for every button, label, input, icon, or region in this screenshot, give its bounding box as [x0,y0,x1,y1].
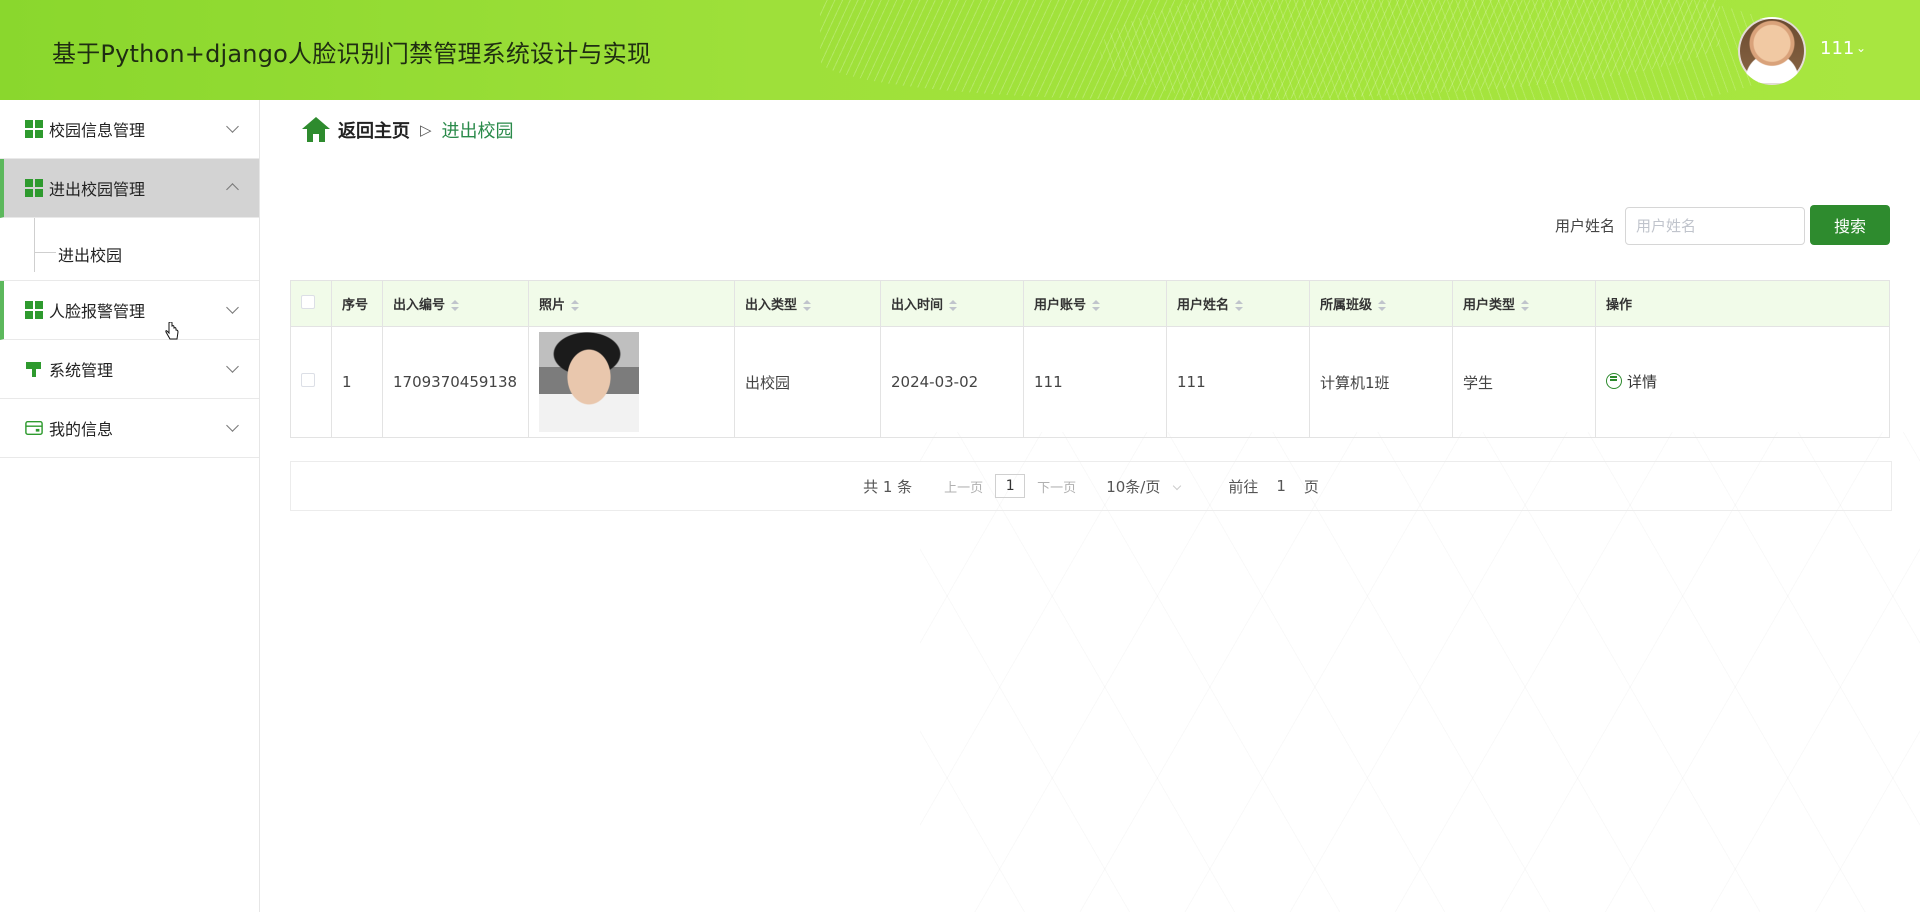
column-header-index: 序号 [331,280,383,327]
column-header-code[interactable]: 出入编号 [382,280,529,327]
main-content: 返回主页 ▷ 进出校园 用户姓名 搜索 序号 出入编号 照片 出入类型 出入时间… [260,100,1920,912]
cell-action: 详情 [1595,326,1890,438]
breadcrumb: 返回主页 ▷ 进出校园 [302,116,514,144]
id-card-icon [25,419,43,437]
sidebar-item-face-alarm[interactable]: 人脸报警管理 [0,281,259,340]
cell-code: 1709370459138 [382,326,529,438]
sort-icon[interactable] [1092,299,1101,312]
column-header-account[interactable]: 用户账号 [1023,280,1167,327]
sidebar-item-label: 系统管理 [49,361,114,380]
user-avatar[interactable] [1738,17,1806,85]
sidebar-item-label: 我的信息 [49,420,114,439]
sidebar: 校园信息管理 进出校园管理 进出校园 人脸报警管理 系统管理 我的信息 [0,100,260,912]
sidebar-item-system[interactable]: 系统管理 [0,340,259,399]
search-input[interactable] [1625,207,1805,245]
sort-icon[interactable] [451,299,460,312]
breadcrumb-current: 进出校园 [441,121,514,142]
cell-time: 2024-03-02 [880,326,1024,438]
header-decoration-2 [1100,0,1800,100]
search-button[interactable]: 搜索 [1810,205,1890,245]
pagination-next-button[interactable]: 下一页 [1037,477,1076,496]
hand-cursor-icon [165,322,179,340]
breadcrumb-separator: ▷ [420,121,432,139]
chevron-down-icon [226,120,239,133]
user-menu-chevron-icon[interactable]: ⌄ [1856,41,1866,55]
column-header-type[interactable]: 出入类型 [734,280,881,327]
sidebar-item-label: 人脸报警管理 [49,302,146,321]
pagination-goto-input[interactable]: 1 [1276,477,1286,495]
cell-index: 1 [331,326,383,438]
sort-icon[interactable] [803,299,812,312]
user-photo[interactable] [539,332,639,432]
cell-account: 111 [1023,326,1167,438]
pagination-total: 共 1 条 [863,477,913,496]
tree-line [34,218,35,272]
sort-icon[interactable] [571,299,580,312]
sidebar-subitem-campus-access[interactable]: 进出校园 [0,218,259,281]
paint-roller-icon [25,360,43,378]
grid-icon [25,179,43,197]
column-header-photo[interactable]: 照片 [528,280,735,327]
sidebar-item-campus-info[interactable]: 校园信息管理 [0,100,259,159]
pagination-goto-suffix: 页 [1303,477,1319,496]
row-checkbox-cell[interactable] [290,326,332,438]
column-header-name[interactable]: 用户姓名 [1166,280,1310,327]
app-title: 基于Python+django人脸识别门禁管理系统设计与实现 [52,40,652,68]
cell-user-type: 学生 [1452,326,1596,438]
cell-name: 111 [1166,326,1310,438]
sidebar-subitem-label: 进出校园 [58,246,123,265]
chevron-down-icon [1173,481,1182,490]
chevron-up-icon [226,183,239,196]
cell-photo [528,326,735,438]
row-checkbox[interactable] [301,373,315,387]
breadcrumb-home-link[interactable]: 返回主页 [338,117,410,143]
table-row: 1 1709370459138 出校园 2024-03-02 111 111 计… [290,326,1890,438]
user-name[interactable]: 111 [1820,38,1854,59]
grid-icon [25,301,43,319]
chevron-down-icon [226,301,239,314]
pagination: 共 1 条 上一页 1 下一页 10条/页 前往 1 页 [290,461,1892,511]
search-label: 用户姓名 [1555,217,1616,235]
detail-button[interactable]: 详情 [1606,371,1657,392]
sidebar-item-label: 校园信息管理 [49,121,146,140]
sidebar-item-campus-access[interactable]: 进出校园管理 [0,159,259,218]
sidebar-item-label: 进出校园管理 [49,180,146,199]
sort-icon[interactable] [1378,299,1387,312]
chevron-down-icon [226,360,239,373]
table-header-row: 序号 出入编号 照片 出入类型 出入时间 用户账号 用户姓名 所属班级 用户类型… [290,280,1890,327]
sort-icon[interactable] [949,299,958,312]
home-icon[interactable] [302,117,330,143]
detail-icon [1606,373,1622,390]
select-all-checkbox-cell[interactable] [290,280,332,327]
top-header: 基于Python+django人脸识别门禁管理系统设计与实现 111 ⌄ [0,0,1920,100]
column-header-class[interactable]: 所属班级 [1309,280,1453,327]
sidebar-item-my-info[interactable]: 我的信息 [0,399,259,458]
sort-icon[interactable] [1235,299,1244,312]
records-table: 序号 出入编号 照片 出入类型 出入时间 用户账号 用户姓名 所属班级 用户类型… [290,280,1890,438]
cell-class: 计算机1班 [1309,326,1453,438]
grid-icon [25,120,43,138]
cell-type: 出校园 [734,326,881,438]
chevron-down-icon [226,419,239,432]
pagination-goto-label: 前往 [1228,477,1259,496]
column-header-time[interactable]: 出入时间 [880,280,1024,327]
sort-icon[interactable] [1521,299,1530,312]
pagination-prev-button[interactable]: 上一页 [944,477,983,496]
detail-label: 详情 [1627,372,1658,391]
pagination-page-1[interactable]: 1 [995,474,1026,498]
pagination-size-select[interactable]: 10条/页 [1106,476,1182,497]
column-header-action: 操作 [1595,280,1890,327]
tree-line [34,252,56,253]
column-header-user-type[interactable]: 用户类型 [1452,280,1596,327]
select-all-checkbox[interactable] [301,294,315,309]
